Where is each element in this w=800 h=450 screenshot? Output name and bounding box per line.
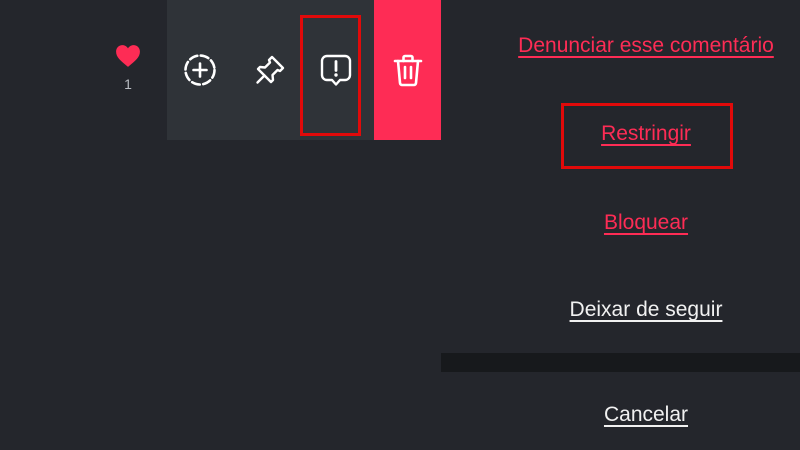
pin-comment-button[interactable] bbox=[237, 0, 303, 140]
delete-comment-button[interactable] bbox=[374, 0, 441, 140]
cancel-option[interactable]: Cancelar bbox=[441, 403, 800, 427]
trash-icon bbox=[393, 54, 422, 87]
like-count: 1 bbox=[124, 76, 132, 92]
report-comment-option[interactable]: Denunciar esse comentário bbox=[441, 34, 800, 58]
unfollow-option[interactable]: Deixar de seguir bbox=[441, 298, 800, 322]
dashed-circle-plus-icon bbox=[184, 54, 216, 86]
report-button-highlight bbox=[300, 15, 361, 136]
sheet-divider bbox=[441, 353, 800, 372]
like-column: 1 bbox=[110, 44, 146, 92]
block-option[interactable]: Bloquear bbox=[441, 211, 800, 235]
pin-icon bbox=[256, 55, 285, 84]
add-to-story-button[interactable] bbox=[167, 0, 233, 140]
heart-icon[interactable] bbox=[110, 44, 146, 68]
comment-options-screen: 1 Denunciar esse comentário Restringir B… bbox=[0, 0, 800, 450]
restrict-option-highlight bbox=[561, 103, 733, 169]
